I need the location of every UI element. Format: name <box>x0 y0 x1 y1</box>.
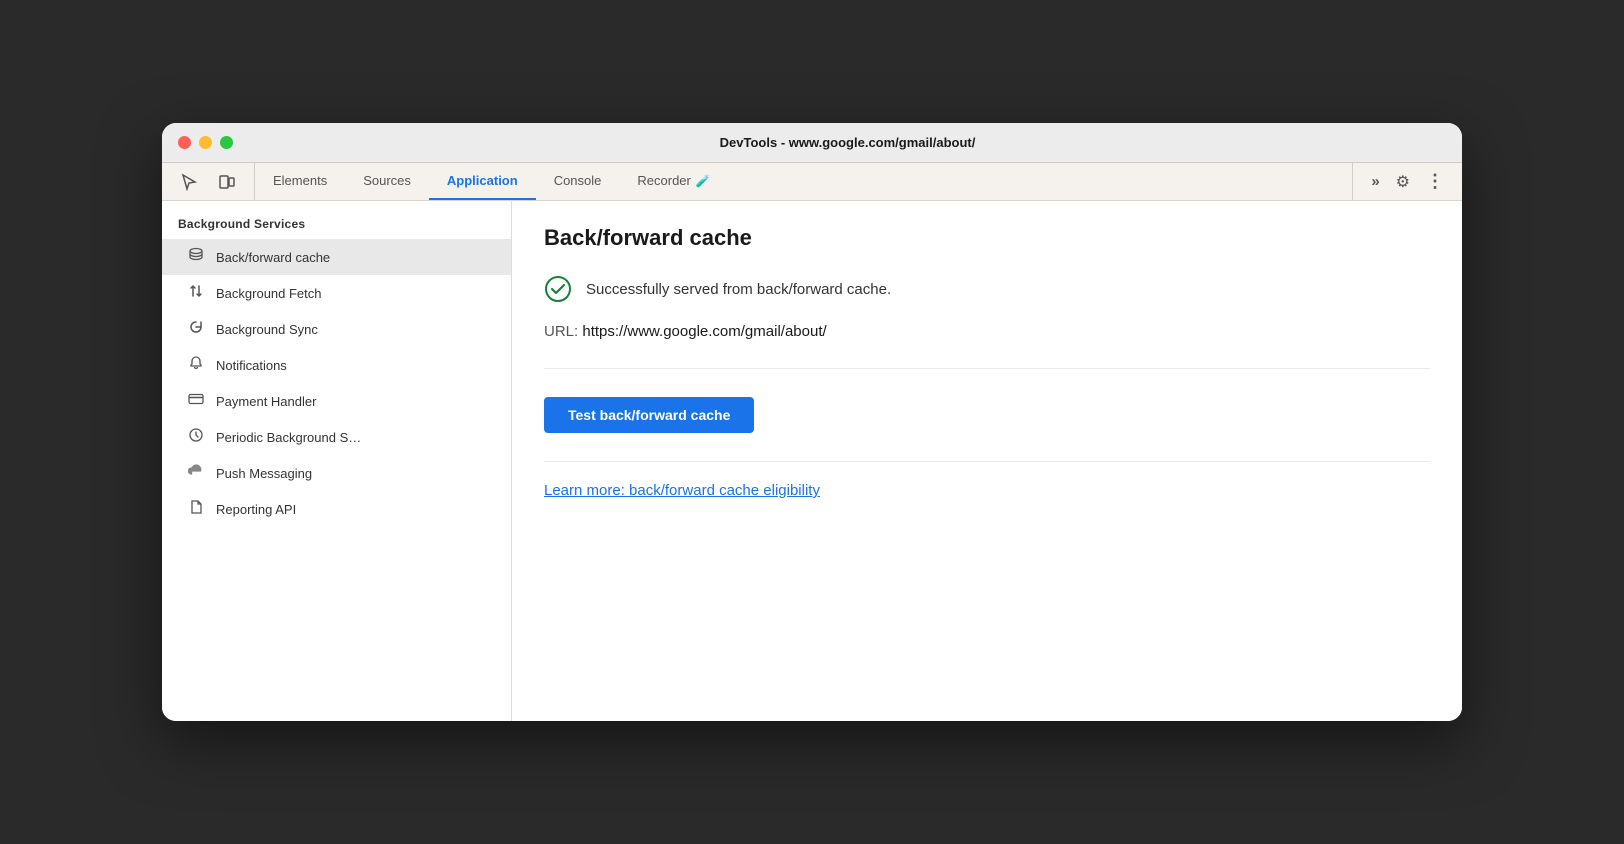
toolbar-left-icons <box>162 163 255 200</box>
sidebar-item-label: Push Messaging <box>216 466 312 481</box>
sidebar-section-title: Background Services <box>162 201 511 239</box>
success-checkmark-icon <box>544 275 572 303</box>
toolbar: Elements Sources Application Console Rec… <box>162 163 1462 201</box>
sidebar-item-label: Notifications <box>216 358 287 373</box>
close-button[interactable] <box>178 136 191 149</box>
arrows-updown-icon <box>186 283 206 303</box>
tabs-container: Elements Sources Application Console Rec… <box>255 163 1352 200</box>
titlebar: DevTools - www.google.com/gmail/about/ <box>162 123 1462 163</box>
sidebar-item-periodic-background-sync[interactable]: Periodic Background S… <box>162 419 511 455</box>
sync-icon <box>186 319 206 339</box>
main-content: Background Services Back/forward cache <box>162 201 1462 721</box>
sidebar-item-background-fetch[interactable]: Background Fetch <box>162 275 511 311</box>
url-value: https://www.google.com/gmail/about/ <box>582 323 826 340</box>
flask-icon: 🧪 <box>696 174 711 188</box>
devtools-window: DevTools - www.google.com/gmail/about/ E… <box>162 123 1462 721</box>
maximize-button[interactable] <box>220 136 233 149</box>
sidebar-item-background-sync[interactable]: Background Sync <box>162 311 511 347</box>
learn-more-link[interactable]: Learn more: back/forward cache eligibili… <box>544 482 820 499</box>
toolbar-right-actions: » ⚙ ⋮ <box>1352 163 1462 200</box>
url-label: URL: <box>544 323 578 340</box>
tab-recorder-label: Recorder <box>637 173 690 188</box>
gear-icon: ⚙ <box>1396 172 1410 192</box>
success-row: Successfully served from back/forward ca… <box>544 275 1430 303</box>
tab-recorder[interactable]: Recorder 🧪 <box>619 163 728 200</box>
sidebar-item-label: Reporting API <box>216 502 296 517</box>
tab-console[interactable]: Console <box>536 163 620 200</box>
divider <box>544 461 1430 462</box>
clock-icon <box>186 427 206 447</box>
sidebar: Background Services Back/forward cache <box>162 201 512 721</box>
database-icon <box>186 247 206 267</box>
device-toolbar-icon <box>218 173 236 191</box>
sidebar-item-notifications[interactable]: Notifications <box>162 347 511 383</box>
sidebar-item-label: Back/forward cache <box>216 250 330 265</box>
settings-button[interactable]: ⚙ <box>1390 166 1416 198</box>
window-title: DevTools - www.google.com/gmail/about/ <box>249 135 1446 150</box>
sidebar-item-payment-handler[interactable]: Payment Handler <box>162 383 511 419</box>
tab-elements[interactable]: Elements <box>255 163 345 200</box>
sidebar-item-reporting-api[interactable]: Reporting API <box>162 491 511 527</box>
test-cache-button[interactable]: Test back/forward cache <box>544 397 754 433</box>
minimize-button[interactable] <box>199 136 212 149</box>
tab-sources[interactable]: Sources <box>345 163 429 200</box>
sidebar-item-label: Background Sync <box>216 322 318 337</box>
more-tabs-button[interactable]: » <box>1365 167 1385 196</box>
more-options-button[interactable]: ⋮ <box>1420 165 1450 198</box>
traffic-lights <box>178 136 233 149</box>
more-tabs-icon: » <box>1371 173 1379 190</box>
cursor-icon-button[interactable] <box>174 167 204 197</box>
bell-icon <box>186 355 206 375</box>
tab-application[interactable]: Application <box>429 163 536 200</box>
main-panel: Back/forward cache Successfully served f… <box>512 201 1462 721</box>
panel-title: Back/forward cache <box>544 225 1430 251</box>
sidebar-item-label: Payment Handler <box>216 394 316 409</box>
success-message: Successfully served from back/forward ca… <box>586 281 891 298</box>
cloud-icon <box>186 463 206 483</box>
sidebar-item-push-messaging[interactable]: Push Messaging <box>162 455 511 491</box>
sidebar-item-label: Periodic Background S… <box>216 430 361 445</box>
sidebar-item-back-forward-cache[interactable]: Back/forward cache <box>162 239 511 275</box>
cursor-icon <box>180 173 198 191</box>
sidebar-item-label: Background Fetch <box>216 286 322 301</box>
dots-icon: ⋮ <box>1426 171 1444 192</box>
url-row: URL: https://www.google.com/gmail/about/ <box>544 323 1430 369</box>
credit-card-icon <box>186 391 206 411</box>
document-icon <box>186 499 206 519</box>
device-toolbar-icon-button[interactable] <box>212 167 242 197</box>
